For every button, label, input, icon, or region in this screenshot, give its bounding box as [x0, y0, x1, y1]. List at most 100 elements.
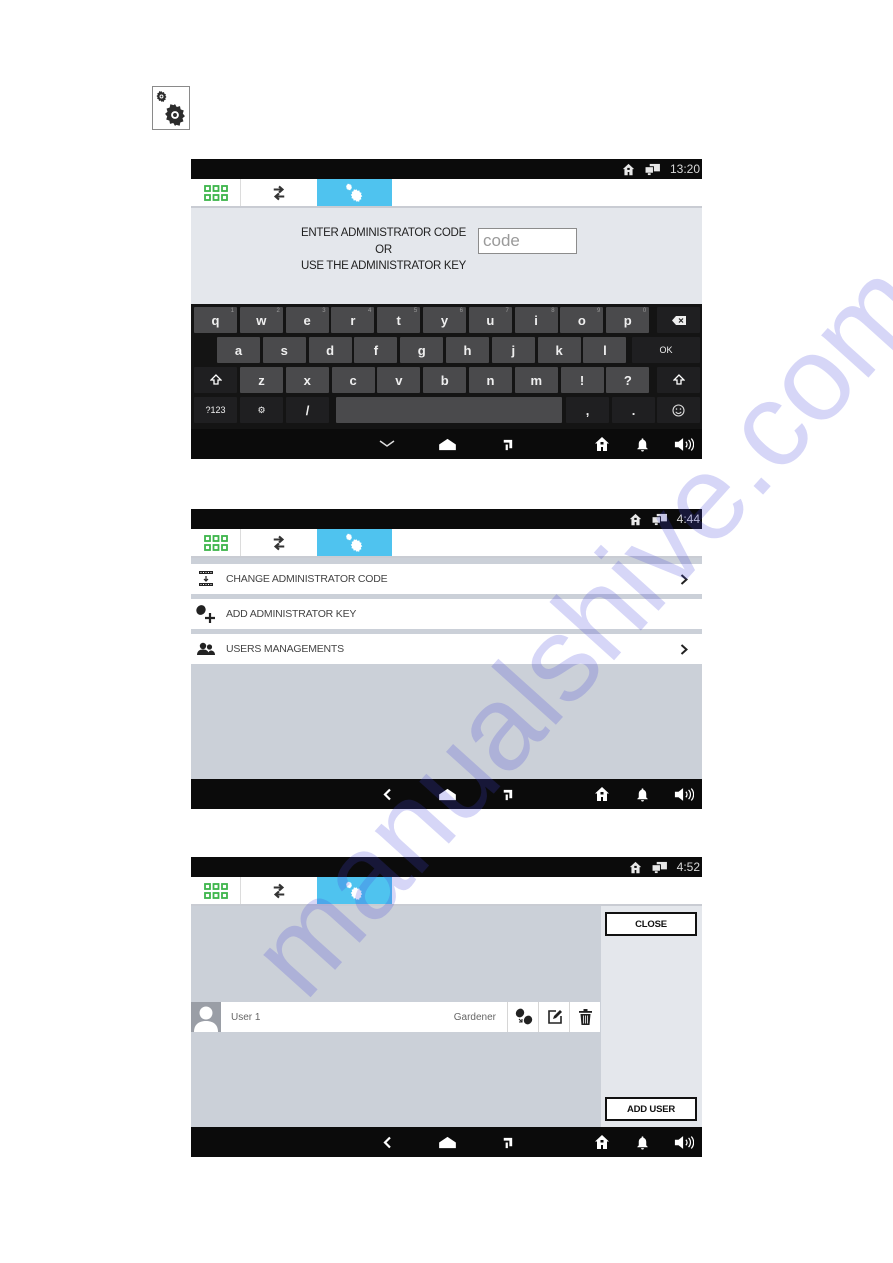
- keyboard-settings-key[interactable]: ⚙: [240, 397, 283, 423]
- user-row[interactable]: User 1 Gardener: [191, 1002, 600, 1032]
- key-x[interactable]: x: [285, 367, 329, 393]
- home-button[interactable]: [587, 429, 617, 459]
- key-m[interactable]: m: [514, 367, 558, 393]
- nav-home-button[interactable]: [432, 429, 462, 459]
- shift-key-left[interactable]: [194, 367, 237, 393]
- speaker-icon: [674, 437, 694, 452]
- key-n[interactable]: n: [469, 367, 512, 393]
- key-z[interactable]: z: [240, 367, 283, 393]
- tab-settings[interactable]: [317, 179, 392, 206]
- key-y[interactable]: y6: [423, 307, 466, 333]
- volume-button[interactable]: [669, 779, 699, 809]
- backspace-icon: [671, 315, 686, 325]
- tab-apps[interactable]: [191, 529, 241, 556]
- home-button[interactable]: [587, 779, 617, 809]
- key-f[interactable]: f: [354, 337, 398, 363]
- notifications-button[interactable]: [627, 1127, 657, 1157]
- key-k[interactable]: k: [537, 337, 581, 363]
- tab-transfer[interactable]: [241, 877, 316, 904]
- key-question[interactable]: ?: [606, 367, 650, 393]
- tab-transfer[interactable]: [241, 179, 316, 206]
- recents-button[interactable]: [492, 1127, 522, 1157]
- tab-settings[interactable]: [317, 877, 392, 904]
- key-label: x: [303, 372, 311, 388]
- admin-code-input[interactable]: [478, 228, 577, 254]
- key-hint: 0: [642, 308, 647, 314]
- key-j[interactable]: j: [491, 337, 535, 363]
- key-label: e: [303, 312, 311, 328]
- key-hint: 7: [505, 308, 509, 314]
- recents-icon: [500, 1135, 515, 1150]
- menu-item-change-admin-code[interactable]: CHANGE ADMINISTRATOR CODE: [191, 564, 702, 594]
- key-label: a: [234, 342, 243, 358]
- recents-button[interactable]: [492, 779, 522, 809]
- key-exclamation[interactable]: !: [560, 367, 604, 393]
- key-label: h: [463, 342, 472, 358]
- key-o[interactable]: o9: [560, 307, 604, 333]
- key-i[interactable]: i8: [514, 307, 558, 333]
- key-l[interactable]: l: [583, 337, 627, 363]
- key-g[interactable]: g: [400, 337, 444, 363]
- notifications-button[interactable]: [627, 429, 657, 459]
- chevron-right-icon: [680, 564, 688, 594]
- key-a[interactable]: a: [217, 337, 260, 363]
- key-label: p: [623, 312, 632, 328]
- key-c[interactable]: c: [331, 367, 375, 393]
- key-hint: 6: [459, 308, 463, 314]
- key-p[interactable]: p0: [606, 307, 650, 333]
- assign-key-icon: [515, 1008, 532, 1025]
- key-d[interactable]: d: [308, 337, 352, 363]
- space-key[interactable]: [336, 397, 562, 423]
- volume-button[interactable]: [669, 1127, 699, 1157]
- key-comma[interactable]: ,: [566, 397, 609, 423]
- tab-settings[interactable]: [317, 529, 392, 556]
- chevron-right-icon: [680, 634, 688, 664]
- volume-button[interactable]: [669, 429, 699, 459]
- key-b[interactable]: b: [423, 367, 467, 393]
- emoji-key[interactable]: [657, 397, 700, 423]
- symbols-key[interactable]: ?123: [194, 397, 237, 423]
- nav-home-button[interactable]: [432, 1127, 462, 1157]
- key-hint: 3: [322, 308, 326, 314]
- key-slash[interactable]: /: [286, 397, 329, 423]
- bell-icon: [635, 787, 650, 802]
- key-q[interactable]: q1: [194, 307, 237, 333]
- nav-bar: [191, 429, 702, 459]
- tab-bar: [191, 529, 702, 558]
- nav-home-button[interactable]: [432, 779, 462, 809]
- key-v[interactable]: v: [377, 367, 421, 393]
- nav-bar: [191, 779, 702, 809]
- tab-apps[interactable]: [191, 179, 241, 206]
- notifications-button[interactable]: [627, 779, 657, 809]
- add-user-button[interactable]: ADD USER: [605, 1097, 697, 1121]
- key-e[interactable]: e3: [285, 307, 329, 333]
- hide-keyboard-button[interactable]: [372, 429, 402, 459]
- key-label: w: [256, 312, 267, 328]
- assign-key-button[interactable]: [507, 1002, 539, 1032]
- back-button[interactable]: [372, 779, 402, 809]
- shift-key-right[interactable]: [657, 367, 700, 393]
- back-button[interactable]: [372, 1127, 402, 1157]
- key-period[interactable]: .: [612, 397, 655, 423]
- key-t[interactable]: t5: [377, 307, 421, 333]
- backspace-key[interactable]: [657, 307, 700, 333]
- key-h[interactable]: h: [446, 337, 489, 363]
- recents-button[interactable]: [492, 429, 522, 459]
- key-label: k: [555, 342, 563, 358]
- key-u[interactable]: u7: [468, 307, 512, 333]
- key-s[interactable]: s: [262, 337, 306, 363]
- delete-user-button[interactable]: [569, 1002, 601, 1032]
- ok-key[interactable]: OK: [632, 337, 700, 363]
- tab-transfer[interactable]: [241, 529, 316, 556]
- key-r[interactable]: r4: [331, 307, 375, 333]
- tab-apps[interactable]: [191, 877, 241, 904]
- home-button[interactable]: [587, 1127, 617, 1157]
- network-icon: [644, 163, 661, 176]
- edit-user-button[interactable]: [538, 1002, 570, 1032]
- menu-item-add-admin-key[interactable]: ADD ADMINISTRATOR KEY: [191, 599, 702, 629]
- transfer-arrows-icon: [272, 183, 286, 203]
- key-w[interactable]: w2: [239, 307, 283, 333]
- menu-item-users-managements[interactable]: USERS MANAGEMENTS: [191, 634, 702, 664]
- key-label: o: [577, 312, 586, 328]
- close-button[interactable]: CLOSE: [605, 912, 697, 936]
